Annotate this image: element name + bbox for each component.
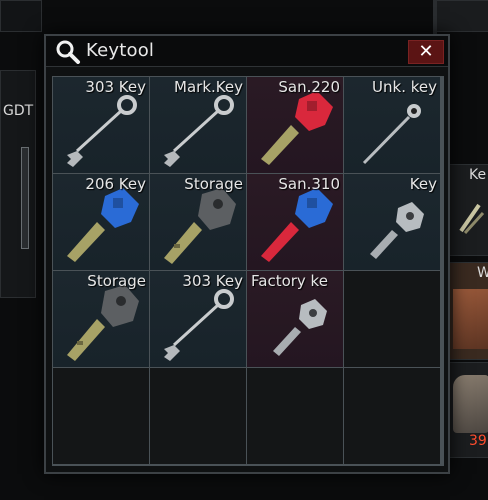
skeleton-key-shape (164, 95, 234, 167)
keytool-window: Keytool ✕ 303 Key Mark.Key San.220 Unk. … (44, 34, 450, 474)
key-slot-label: San.310 (278, 175, 340, 193)
right-tile-top-label: Ke (469, 167, 487, 183)
window-titlebar[interactable]: Keytool ✕ (46, 36, 448, 67)
key-slot-label: 303 Key (85, 78, 146, 96)
right-tile-middle[interactable]: W (448, 262, 488, 360)
key-slot[interactable]: Unk. key (344, 77, 440, 173)
crate-icon (453, 289, 488, 349)
right-tile-top[interactable]: Ke (448, 164, 488, 256)
left-panel-label: GDT (3, 103, 34, 119)
key-slot-label: 206 Key (85, 175, 146, 193)
key-slot[interactable]: Key (344, 174, 440, 270)
skeleton-key-shape (164, 289, 234, 361)
key-slot[interactable]: Storage (53, 271, 149, 367)
key-slot-label: Key (409, 175, 437, 193)
key-slot[interactable]: Mark.Key (150, 77, 246, 173)
multitool-icon (459, 203, 485, 235)
key-slot-grid: 303 Key Mark.Key San.220 Unk. key 206 Ke… (52, 76, 444, 466)
right-tile-bottom[interactable]: 39 (448, 362, 488, 458)
key-slot[interactable]: 303 Key (150, 271, 246, 367)
key-slot[interactable]: San.310 (247, 174, 343, 270)
top-left-background-block (0, 0, 42, 32)
key-slot[interactable]: Storage (150, 174, 246, 270)
top-right-background-block (436, 0, 488, 32)
key-slot[interactable]: Factory ke (247, 271, 343, 367)
right-tile-middle-label: W (477, 265, 488, 281)
key-slot-label: Storage (87, 272, 146, 290)
key-slot-label: Storage (184, 175, 243, 193)
key-slot[interactable]: San.220 (247, 77, 343, 173)
left-panel-scrollbar[interactable] (21, 147, 29, 249)
key-slot[interactable]: 303 Key (53, 77, 149, 173)
close-button[interactable]: ✕ (408, 40, 444, 64)
empty-slot[interactable] (247, 368, 343, 464)
key-slot[interactable]: 206 Key (53, 174, 149, 270)
key-slot-label: San.220 (278, 78, 340, 96)
window-title: Keytool (86, 40, 155, 61)
skeleton-key-shape (67, 95, 137, 167)
key-slot-label: Unk. key (372, 78, 437, 96)
key-slot-label: Mark.Key (174, 78, 243, 96)
key-slot-label: 303 Key (182, 272, 243, 290)
key-slot-label: Factory ke (251, 272, 328, 290)
right-tile-bottom-value: 39 (469, 433, 487, 449)
right-background-border (433, 0, 437, 36)
left-background-panel: GDT (0, 70, 36, 298)
magnifier-icon (56, 40, 80, 64)
empty-slot[interactable] (53, 368, 149, 464)
empty-slot[interactable] (344, 271, 440, 367)
rock-item-icon (453, 375, 488, 433)
empty-slot[interactable] (344, 368, 440, 464)
empty-slot[interactable] (150, 368, 246, 464)
